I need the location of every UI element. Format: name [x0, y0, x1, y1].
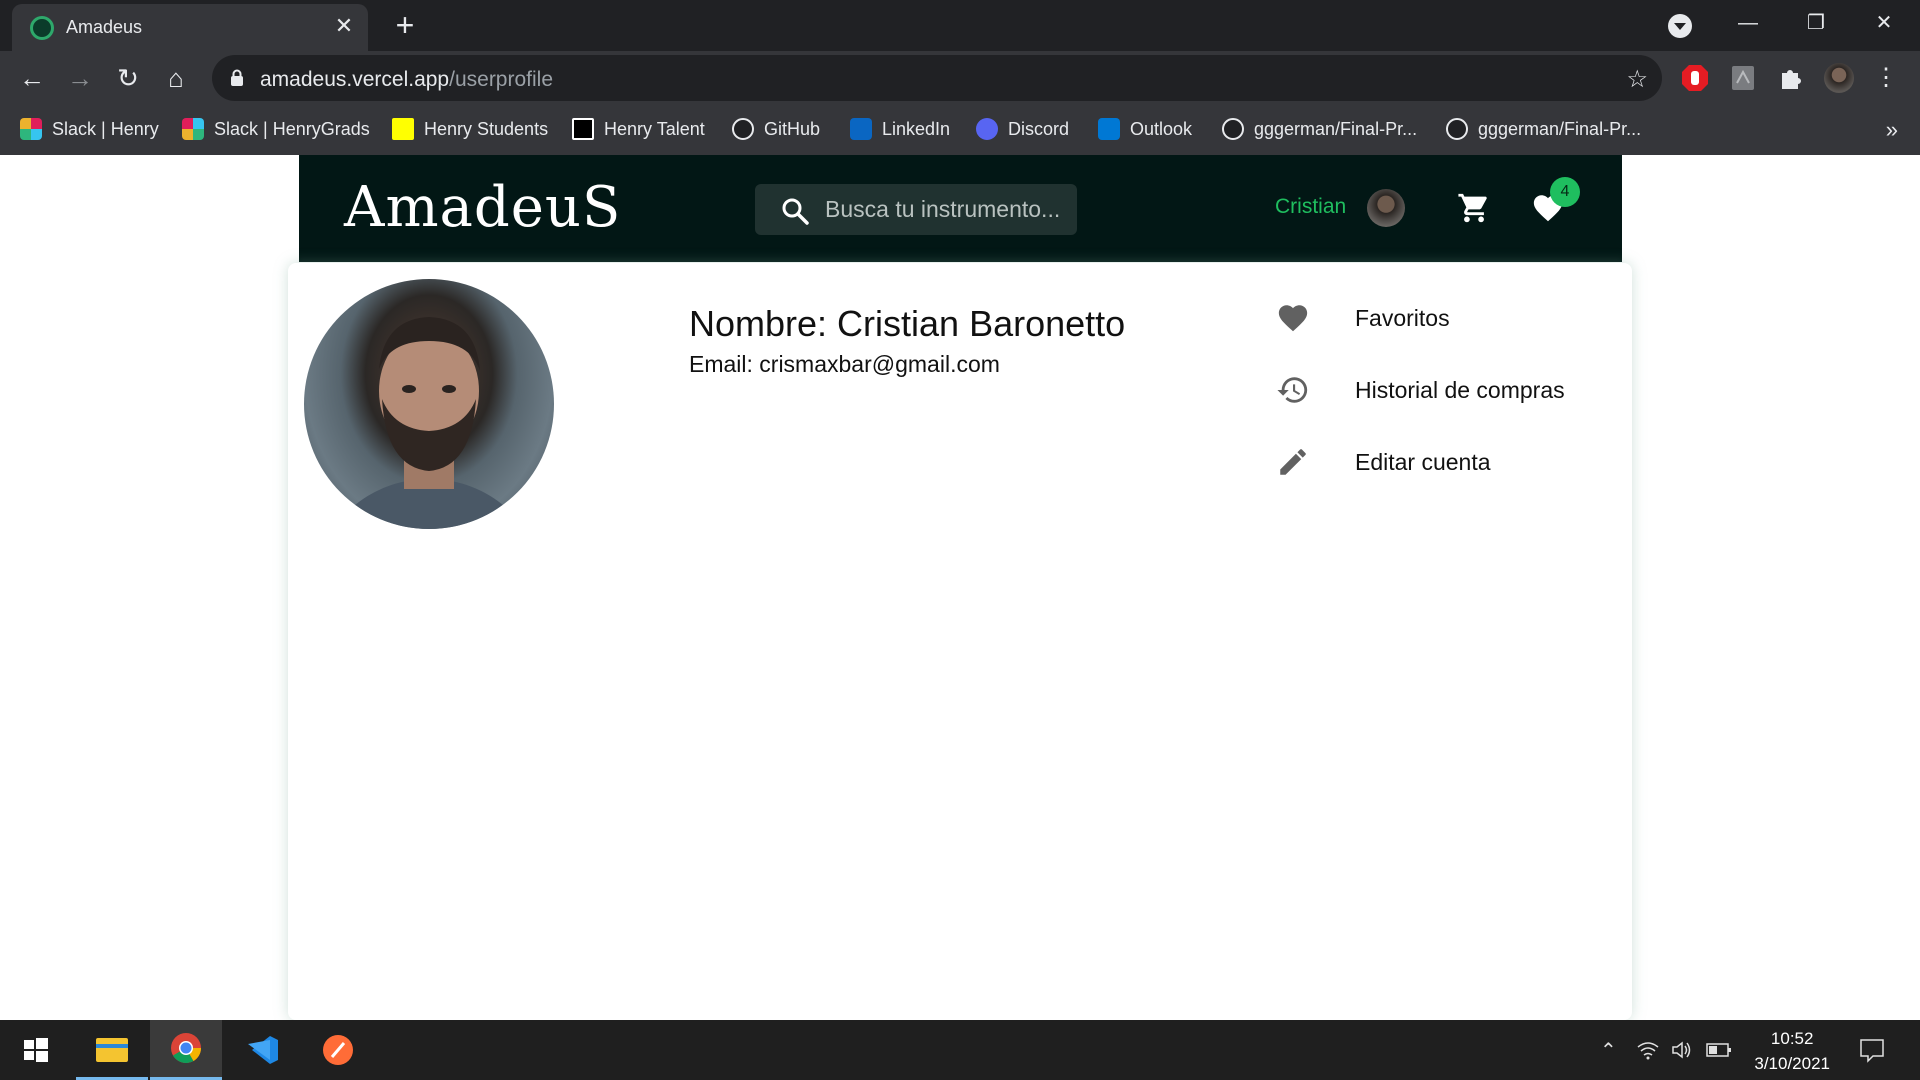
system-clock[interactable]: 10:52 3/10/2021 — [1754, 1026, 1830, 1076]
user-name-link[interactable]: Cristian — [1275, 195, 1346, 219]
file-explorer-icon[interactable] — [76, 1020, 148, 1080]
bookmark-linkedin[interactable]: LinkedIn — [850, 115, 950, 143]
github-icon — [732, 118, 754, 140]
url-text: amadeus.vercel.app/userprofile — [260, 68, 554, 91]
close-window-button[interactable]: ✕ — [1862, 8, 1906, 38]
adblock-extension-icon[interactable] — [1680, 63, 1710, 93]
tab-close-icon[interactable]: ✕ — [332, 14, 356, 38]
bookmark-github[interactable]: GitHub — [732, 115, 820, 143]
history-icon — [1277, 377, 1308, 403]
bookmark-label: Slack | Henry — [52, 118, 159, 139]
menu-item-label: Historial de compras — [1355, 376, 1565, 403]
bookmark-final-project-1[interactable]: gggerman/Final-Pr... — [1222, 115, 1417, 143]
henry-icon — [392, 118, 414, 140]
menu-item-label: Favoritos — [1355, 304, 1450, 331]
clock-time: 10:52 — [1770, 1029, 1814, 1048]
bookmark-star-icon[interactable]: ☆ — [1626, 65, 1648, 94]
menu-item-favoritos[interactable]: Favoritos — [1276, 298, 1616, 338]
wifi-icon[interactable] — [1636, 1038, 1660, 1062]
amadeus-favicon-icon — [30, 16, 54, 40]
profile-photo-portrait — [333, 317, 525, 529]
bookmarks-bar: Slack | Henry Slack | HenryGrads Henry S… — [0, 105, 1920, 153]
bookmark-henry-students[interactable]: Henry Students — [392, 115, 548, 143]
github-icon — [1446, 118, 1468, 140]
henry-talent-icon — [572, 118, 594, 140]
menu-item-label: Editar cuenta — [1355, 448, 1491, 475]
new-tab-button[interactable]: + — [390, 9, 420, 41]
bookmark-label: gggerman/Final-Pr... — [1254, 118, 1418, 139]
bookmark-label: Henry Talent — [604, 118, 705, 139]
heart-icon — [1278, 305, 1308, 332]
address-bar[interactable]: amadeus.vercel.app/userprofile ☆ — [212, 55, 1662, 101]
github-icon — [1222, 118, 1244, 140]
search-icon — [782, 198, 809, 225]
extensions-puzzle-icon[interactable] — [1776, 63, 1806, 93]
app-header: AmadeuS Cristian 4 — [299, 155, 1622, 262]
battery-icon[interactable] — [1706, 1040, 1732, 1060]
more-bookmarks-icon[interactable]: » — [1886, 117, 1898, 143]
linkedin-icon — [850, 118, 872, 140]
chrome-taskbar-button[interactable] — [150, 1020, 222, 1080]
windows-start-icon[interactable] — [0, 1020, 72, 1080]
bookmark-slack-henrygrads[interactable]: Slack | HenryGrads — [182, 115, 370, 143]
page-content: AmadeuS Cristian 4 — [0, 155, 1920, 1020]
bookmark-henry-talent[interactable]: Henry Talent — [572, 115, 705, 143]
bookmark-label: Slack | HenryGrads — [214, 118, 370, 139]
tab-search-icon[interactable] — [1668, 14, 1692, 38]
bookmark-label: gggerman/Final-Pr... — [1478, 118, 1642, 139]
pdf-extension-icon[interactable] — [1728, 63, 1758, 93]
menu-item-historial[interactable]: Historial de compras — [1276, 370, 1616, 410]
bookmark-discord[interactable]: Discord — [976, 115, 1069, 143]
tray-chevron-up-icon[interactable]: ⌃ — [1600, 1038, 1617, 1063]
profile-card: Nombre: Cristian Baronetto Email: crisma… — [288, 263, 1632, 1020]
search-bar[interactable] — [755, 184, 1077, 235]
lock-icon — [231, 69, 243, 86]
tab-title: Amadeus — [66, 17, 143, 37]
browser-toolbar: ← → ↻ ⌂ amadeus.vercel.app/userprofile ☆… — [0, 51, 1920, 105]
slack-icon — [182, 118, 204, 140]
postman-icon[interactable] — [302, 1020, 374, 1080]
menu-item-editar[interactable]: Editar cuenta — [1276, 442, 1616, 482]
bookmark-label: Outlook — [1130, 118, 1193, 139]
home-button[interactable]: ⌂ — [158, 60, 194, 96]
minimize-button[interactable]: — — [1726, 8, 1770, 38]
slack-icon — [20, 118, 42, 140]
edit-pencil-icon — [1280, 449, 1306, 475]
chrome-icon — [171, 1033, 201, 1064]
restore-button[interactable]: ❐ — [1794, 8, 1838, 38]
amadeus-logo[interactable]: AmadeuS — [344, 175, 621, 240]
browser-chrome: Amadeus ✕ + — ❐ ✕ ← → ↻ ⌂ amadeus.vercel… — [0, 0, 1920, 155]
favorites-count-badge: 4 — [1550, 177, 1580, 207]
notifications-icon[interactable] — [1858, 1036, 1886, 1064]
user-avatar[interactable] — [1367, 189, 1405, 227]
bookmark-slack-henry[interactable]: Slack | Henry — [20, 115, 159, 143]
vscode-icon[interactable] — [226, 1020, 298, 1080]
outlook-icon — [1098, 118, 1120, 140]
profile-email: Email: crismaxbar@gmail.com — [689, 351, 1000, 377]
clock-date: 3/10/2021 — [1754, 1054, 1830, 1073]
shopping-cart-icon[interactable] — [1457, 191, 1491, 225]
profile-avatar[interactable] — [1824, 63, 1854, 93]
tab-amadeus[interactable]: Amadeus ✕ — [12, 4, 368, 51]
search-input[interactable] — [825, 184, 1069, 235]
bookmark-label: Henry Students — [424, 118, 549, 139]
back-button[interactable]: ← — [14, 60, 50, 96]
forward-button[interactable]: → — [62, 60, 98, 96]
profile-name: Nombre: Cristian Baronetto — [689, 303, 1126, 344]
bookmark-label: GitHub — [764, 118, 821, 139]
bookmark-label: LinkedIn — [882, 118, 951, 139]
volume-icon[interactable] — [1670, 1038, 1694, 1062]
windows-taskbar: ⌃ 10:52 3/10/2021 — [0, 1020, 1920, 1080]
bookmark-final-project-2[interactable]: gggerman/Final-Pr... — [1446, 115, 1641, 143]
chrome-menu-button[interactable]: ⋮ — [1868, 60, 1904, 96]
discord-icon — [976, 118, 998, 140]
bookmark-label: Discord — [1008, 118, 1070, 139]
tab-strip: Amadeus ✕ + — ❐ ✕ — [0, 0, 1920, 51]
profile-photo — [304, 279, 554, 529]
reload-button[interactable]: ↻ — [110, 60, 146, 96]
bookmark-outlook[interactable]: Outlook — [1098, 115, 1192, 143]
